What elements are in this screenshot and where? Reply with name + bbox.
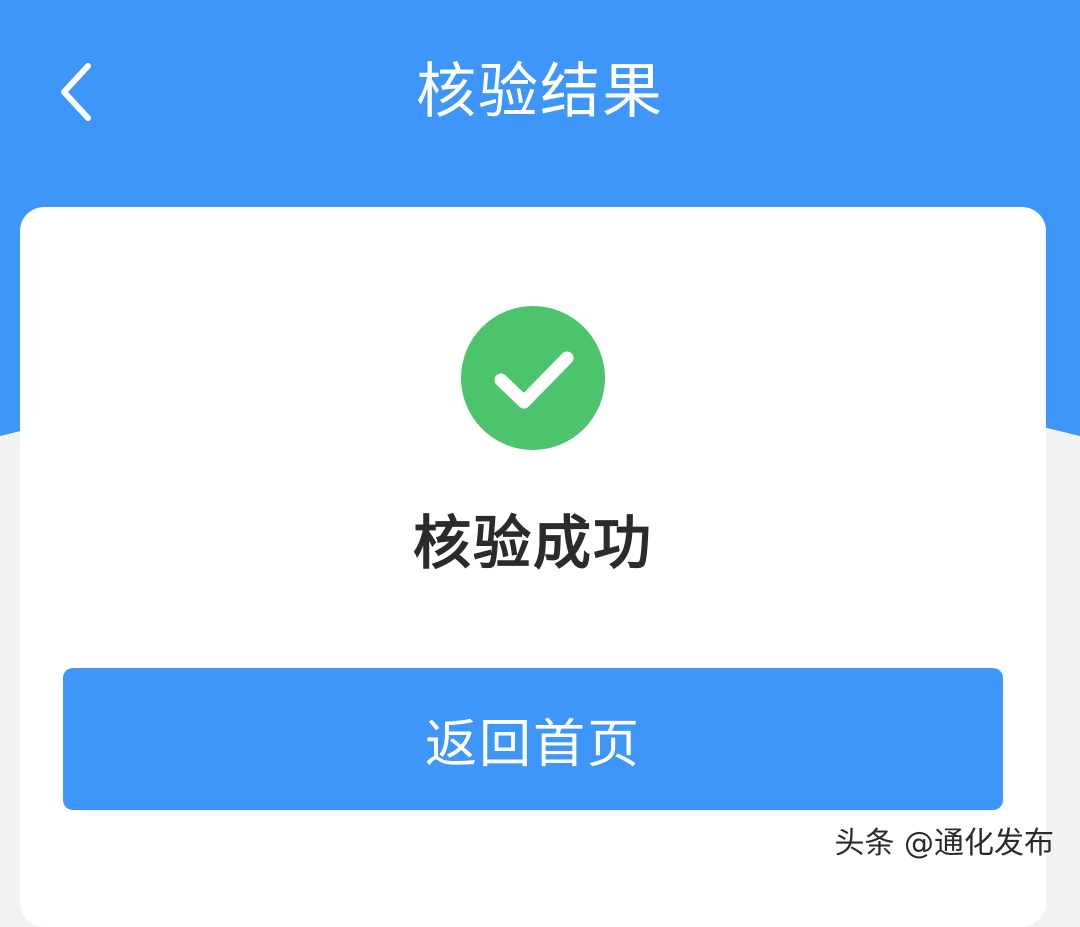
result-card: 核验成功 返回首页 [20,207,1046,927]
return-home-button[interactable]: 返回首页 [63,668,1003,810]
result-status-text: 核验成功 [412,509,653,577]
watermark-text: 头条 @通化发布 [834,826,1054,861]
check-circle-icon [461,306,605,450]
page-title: 核验结果 [416,57,664,127]
